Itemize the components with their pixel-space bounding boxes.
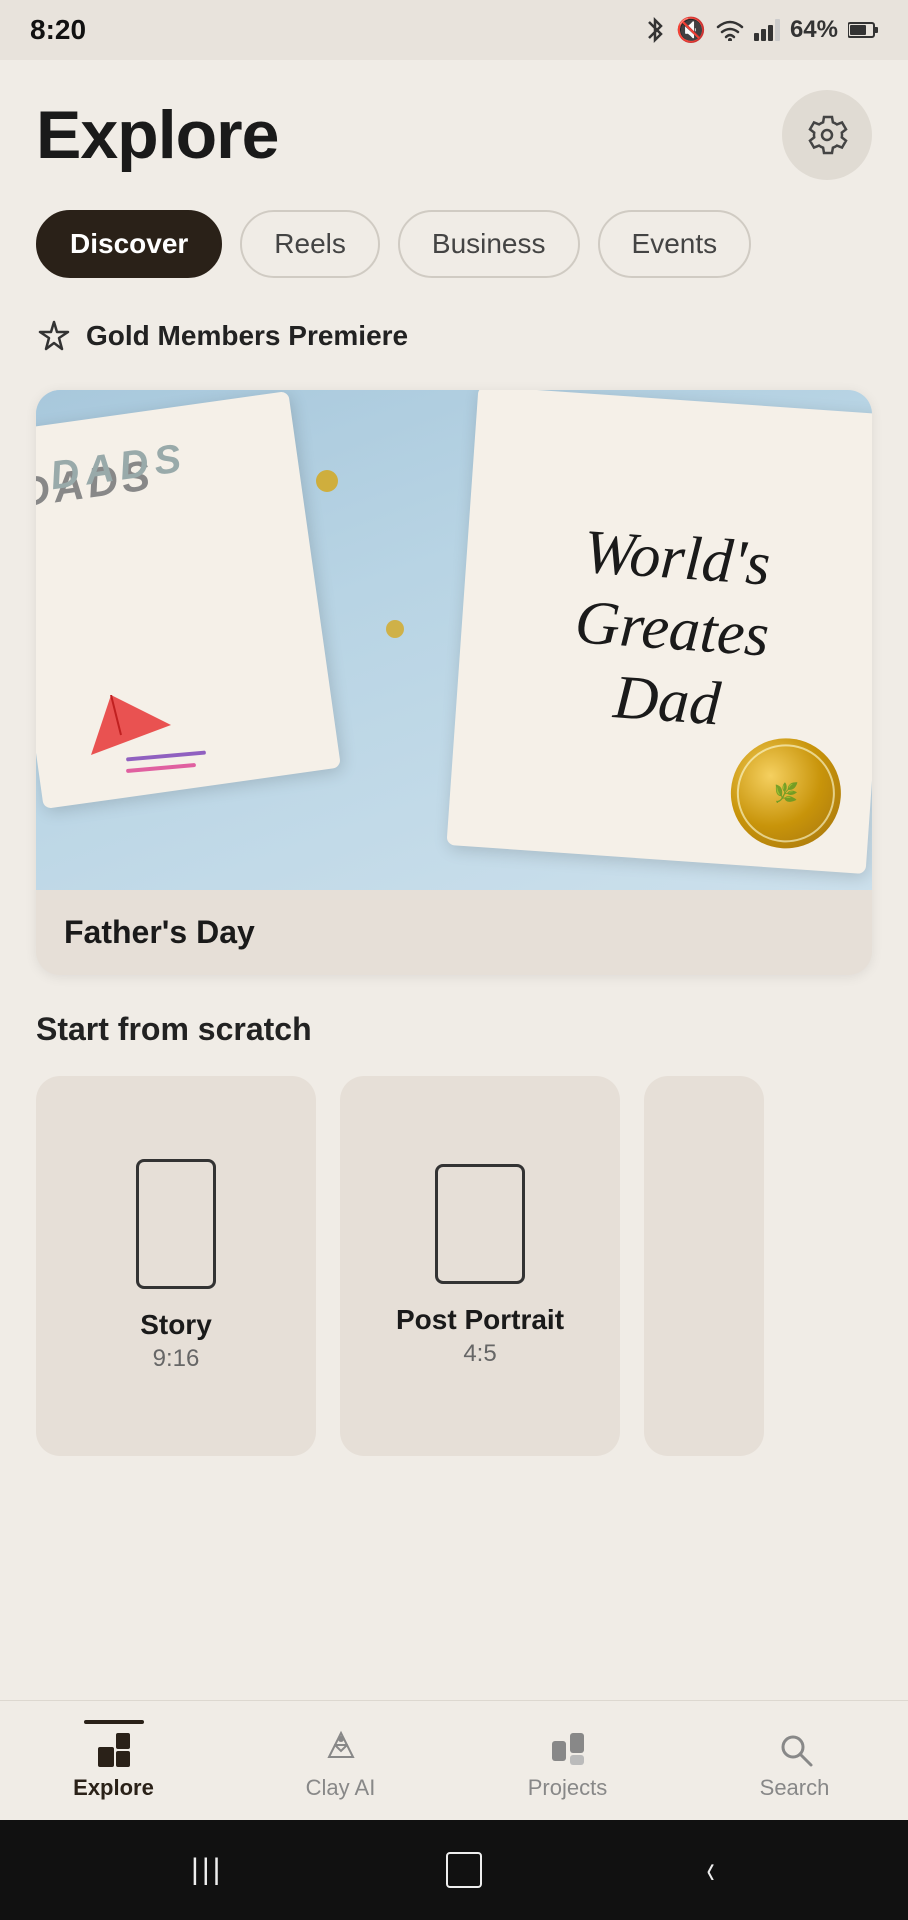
mute-icon: 🔇 bbox=[676, 16, 706, 45]
gear-icon bbox=[805, 113, 849, 157]
scratch-card-partial bbox=[644, 1076, 764, 1456]
scratch-section-title: Start from scratch bbox=[36, 1011, 872, 1048]
settings-button[interactable] bbox=[782, 90, 872, 180]
signal-icon bbox=[754, 19, 780, 41]
featured-card[interactable]: World'sGreatesDad 🌿 DADS Father's Day bbox=[36, 390, 872, 975]
story-label: Story bbox=[140, 1309, 212, 1341]
status-bar: 8:20 🔇 64% bbox=[0, 0, 908, 60]
featured-image: World'sGreatesDad 🌿 DADS bbox=[36, 390, 872, 890]
scratch-section: Start from scratch Story 9:16 Post Portr… bbox=[0, 975, 908, 1476]
battery-icon bbox=[848, 20, 878, 40]
gold-seal: 🌿 bbox=[727, 735, 844, 852]
nav-label-clay-ai: Clay AI bbox=[306, 1775, 376, 1801]
tab-discover[interactable]: Discover bbox=[36, 210, 222, 278]
wave-decoration bbox=[126, 754, 206, 770]
tab-events[interactable]: Events bbox=[598, 210, 752, 278]
nav-item-explore[interactable]: Explore bbox=[0, 1721, 227, 1801]
card-main-text: World'sGreatesDad bbox=[548, 515, 796, 745]
page-title: Explore bbox=[36, 96, 278, 174]
story-ratio: 9:16 bbox=[140, 1345, 212, 1373]
nav-item-projects[interactable]: Projects bbox=[454, 1721, 681, 1801]
featured-card-title: Father's Day bbox=[64, 914, 255, 950]
android-back-button[interactable]: ‹ bbox=[706, 1848, 714, 1893]
header: Explore bbox=[0, 60, 908, 200]
bottom-nav: Explore Clay AI Projects Search bbox=[0, 1700, 908, 1820]
search-nav-icon bbox=[775, 1729, 815, 1769]
portrait-label: Post Portrait bbox=[396, 1304, 564, 1336]
portrait-format-icon bbox=[435, 1164, 525, 1284]
tab-business[interactable]: Business bbox=[398, 210, 580, 278]
scratch-cards-list: Story 9:16 Post Portrait 4:5 bbox=[36, 1076, 872, 1456]
projects-nav-icon bbox=[548, 1729, 588, 1769]
right-card-paper: World'sGreatesDad 🌿 bbox=[446, 390, 872, 874]
nav-label-explore: Explore bbox=[73, 1775, 154, 1801]
tab-reels[interactable]: Reels bbox=[240, 210, 380, 278]
battery-percent: 64% bbox=[790, 16, 838, 44]
scratch-card-post-portrait[interactable]: Post Portrait 4:5 bbox=[340, 1076, 620, 1456]
portrait-ratio: 4:5 bbox=[396, 1340, 564, 1368]
clay-ai-nav-icon bbox=[321, 1729, 361, 1769]
status-icons: 🔇 64% bbox=[644, 16, 878, 45]
android-menu-button[interactable]: ||| bbox=[191, 1853, 223, 1887]
gold-section-title: Gold Members Premiere bbox=[86, 320, 408, 352]
status-time: 8:20 bbox=[30, 14, 86, 46]
nav-label-search: Search bbox=[760, 1775, 830, 1801]
gold-star-icon bbox=[36, 318, 72, 354]
scratch-card-story[interactable]: Story 9:16 bbox=[36, 1076, 316, 1456]
filter-tabs: Discover Reels Business Events bbox=[0, 200, 908, 298]
bluetooth-icon bbox=[644, 16, 666, 44]
section-header: Gold Members Premiere bbox=[36, 318, 872, 354]
gold-members-section: Gold Members Premiere bbox=[0, 298, 908, 390]
explore-nav-icon bbox=[94, 1729, 134, 1769]
featured-label: Father's Day bbox=[36, 890, 872, 975]
nav-label-projects: Projects bbox=[528, 1775, 607, 1801]
nav-item-clay-ai[interactable]: Clay AI bbox=[227, 1721, 454, 1801]
android-navigation-bar: ||| ‹ bbox=[0, 1820, 908, 1920]
wifi-icon bbox=[716, 19, 744, 41]
android-home-button[interactable] bbox=[446, 1852, 482, 1888]
story-format-icon bbox=[136, 1159, 216, 1289]
nav-item-search[interactable]: Search bbox=[681, 1721, 908, 1801]
